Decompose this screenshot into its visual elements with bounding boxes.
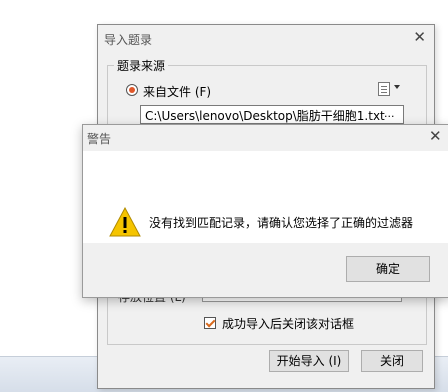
start-import-button[interactable]: 开始导入 (I) bbox=[269, 350, 349, 372]
warning-message: 没有找到匹配记录，请确认您选择了正确的过滤器 bbox=[149, 216, 414, 230]
close-after-import-checkbox[interactable] bbox=[204, 317, 216, 329]
list-menu-icon[interactable] bbox=[378, 82, 390, 96]
warning-dialog: 警告 ✕ 没有找到匹配记录，请确认您选择了正确的过滤器 确定 bbox=[82, 124, 448, 298]
source-group-label: 题录来源 bbox=[114, 57, 169, 74]
chevron-down-icon[interactable] bbox=[394, 85, 400, 89]
import-dialog-title: 导入题录 bbox=[104, 33, 153, 47]
close-button[interactable]: 关闭 bbox=[361, 350, 423, 372]
close-icon[interactable]: ✕ bbox=[413, 29, 426, 45]
from-file-label[interactable]: 来自文件 (F) bbox=[143, 83, 211, 100]
from-file-radio[interactable] bbox=[126, 84, 138, 96]
warning-dialog-body: 没有找到匹配记录，请确认您选择了正确的过滤器 bbox=[83, 151, 448, 243]
close-after-import-label[interactable]: 成功导入后关闭该对话框 bbox=[222, 315, 354, 332]
close-icon[interactable]: ✕ bbox=[429, 128, 442, 144]
browse-button[interactable]: ... bbox=[384, 107, 395, 120]
ok-button[interactable]: 确定 bbox=[346, 256, 430, 282]
warning-icon bbox=[109, 207, 141, 237]
warning-dialog-title: 警告 bbox=[87, 132, 112, 146]
file-path-input[interactable]: C:\Users\lenovo\Desktop\脂肪干细胞1.txt bbox=[140, 105, 404, 124]
